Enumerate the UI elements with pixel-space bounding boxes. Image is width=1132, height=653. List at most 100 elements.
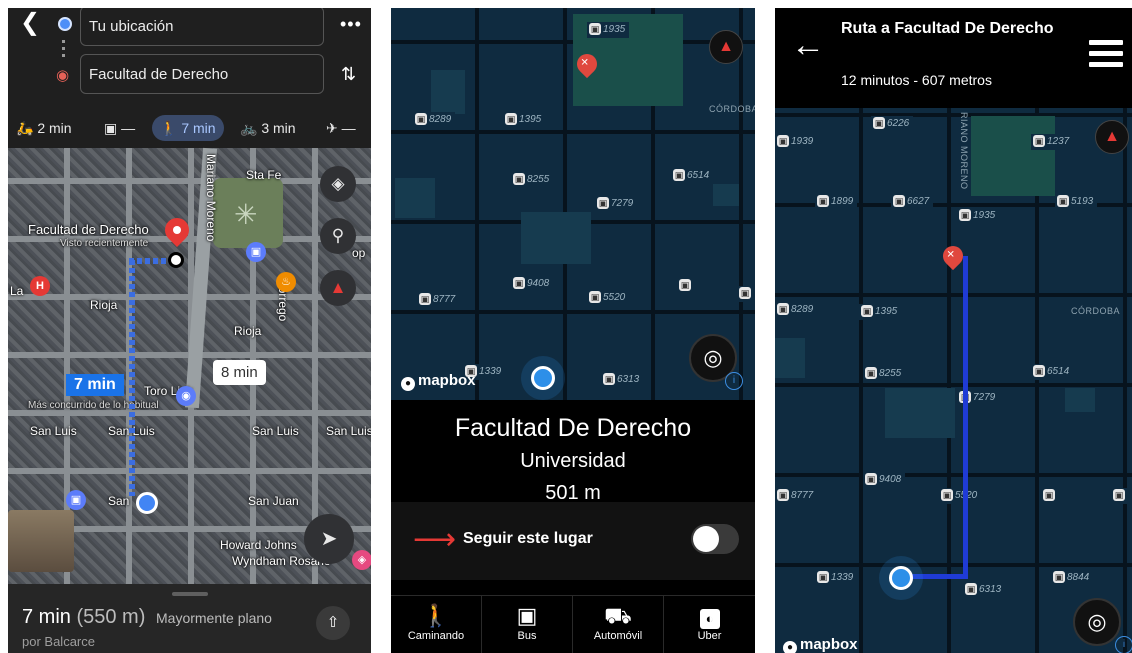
bus-stop[interactable]: ▣ 1395 — [859, 304, 902, 320]
edge-label: op — [352, 246, 366, 260]
route-panel: ▣ 6226 ▣ 1939 ▣ 1237 ▣ 1899 ▣ 6627 ▣ 1935 ▣ 519… — [775, 8, 1132, 653]
stop-number: 9408 — [527, 278, 550, 289]
bus-stop[interactable]: ▣ — [737, 286, 755, 302]
shopping-icon[interactable]: ◈ — [352, 550, 371, 570]
route-connector — [62, 40, 65, 58]
locate-me-icon[interactable]: ◎ — [1073, 598, 1121, 646]
park-block — [521, 212, 591, 264]
bus-stop[interactable]: ▣5520 — [939, 488, 982, 504]
bus-stop[interactable]: ▣ 6627 — [891, 194, 934, 210]
destination-marker-icon[interactable] — [160, 213, 194, 247]
bus-stop[interactable]: ▣ — [1041, 488, 1061, 504]
bus-icon: ▣ — [516, 603, 538, 628]
search-icon[interactable]: ⚲ — [320, 218, 356, 254]
bus-stop[interactable]: ▣ 1339 — [815, 570, 858, 586]
brand-text: mapbox — [418, 372, 476, 389]
share-icon[interactable]: ⇧ — [316, 606, 350, 640]
bus-stop[interactable]: ▣ 6514 — [1031, 364, 1074, 380]
bus-stop[interactable]: ▣ 6226 — [871, 116, 914, 132]
transit-stop-icon[interactable]: ▣ — [66, 490, 86, 510]
bus-stop[interactable]: ▣ 1395 — [503, 112, 546, 128]
stop-number: 6226 — [887, 118, 910, 129]
place-label[interactable]: Facultad de Derecho — [28, 222, 149, 237]
satellite-map[interactable]: ✳ Sta Fe Mariano Moreno Rioja Rioja San … — [8, 147, 371, 584]
origin-input[interactable]: Tu ubicación — [80, 8, 324, 46]
alternate-route-callout[interactable]: 8 min — [213, 360, 266, 385]
bus-stop[interactable]: ▣ 8777 — [417, 292, 460, 308]
mode-transit[interactable]: ▣ — — [104, 115, 135, 141]
current-location-dot — [136, 492, 158, 514]
bus-stop[interactable]: ▣ 1939 — [775, 134, 818, 150]
swap-icon[interactable]: ⇅ — [341, 64, 356, 85]
tab-car[interactable]: ⛟ Automóvil — [573, 596, 664, 653]
back-arrow-icon[interactable]: ❮ — [20, 10, 40, 36]
tab-uber[interactable]: ◐ Uber — [664, 596, 755, 653]
edge-label: La — [10, 284, 24, 298]
stop-number: 6514 — [687, 170, 710, 181]
bus-stop[interactable]: ▣ 6313 — [601, 372, 644, 388]
bus-stop[interactable]: ▣ 9408 — [863, 472, 906, 488]
menu-icon[interactable] — [1089, 40, 1123, 73]
info-icon[interactable]: i — [1115, 636, 1132, 653]
mode-bike[interactable]: 🚲 3 min — [240, 115, 296, 141]
street-view-thumbnail[interactable] — [8, 510, 74, 572]
origin-dot-icon — [58, 17, 72, 31]
mode-walk[interactable]: 🚶 7 min — [152, 115, 224, 141]
route-summary-sheet[interactable]: 7 min (550 m) Mayormente plano por Balca… — [8, 584, 371, 653]
bus-stop[interactable]: ▣ 8255 — [511, 172, 554, 188]
street-label: Rioja — [234, 324, 262, 338]
follow-toggle[interactable] — [691, 524, 739, 554]
bus-stop[interactable]: ▣ 1935 — [957, 208, 1000, 224]
route-time-callout[interactable]: 7 min — [66, 374, 124, 396]
compass-icon[interactable]: ▲ — [709, 30, 743, 64]
mode-flight[interactable]: ✈ — — [326, 115, 356, 141]
info-icon[interactable]: i — [725, 372, 743, 390]
bus-stop[interactable]: ▣ 1237 — [1031, 134, 1074, 150]
mapbox-logo: ● mapbox — [401, 372, 476, 391]
transit-stop-icon[interactable]: ▣ — [246, 242, 266, 262]
compass-icon[interactable]: ▲ — [320, 270, 356, 306]
back-arrow-icon[interactable]: ← — [791, 28, 825, 62]
bus-stop[interactable]: ▣ 6514 — [671, 168, 714, 184]
street-label: Sta Fe — [246, 168, 282, 182]
destination-input[interactable]: Facultad de Derecho — [80, 54, 324, 94]
stop-number: 1395 — [875, 306, 898, 317]
hotel-label[interactable]: Howard Johns — [220, 538, 297, 552]
bus-stop[interactable]: ▣ 8289 — [413, 112, 456, 128]
bus-stop[interactable]: ▣5520 — [587, 290, 630, 306]
bus-stop[interactable]: ▣ 8255 — [863, 366, 906, 382]
restaurant-icon[interactable]: ♨ — [276, 272, 296, 292]
street-label: Mariano Moreno — [204, 154, 218, 242]
bus-stop[interactable]: ▣ 8777 — [775, 488, 818, 504]
bus-stop[interactable]: ▣ 1899 — [815, 194, 858, 210]
more-options-icon[interactable]: ••• — [340, 14, 362, 35]
bus-stop[interactable]: ▣ 8844 — [1051, 570, 1094, 586]
navigate-icon[interactable]: ➤ — [304, 514, 354, 564]
bus-stop[interactable]: ▣ 6313 — [963, 582, 1006, 598]
stop-number: 8844 — [1067, 572, 1090, 583]
stop-number: 8255 — [879, 368, 902, 379]
dark-map[interactable]: ▣ 6226 ▣ 1939 ▣ 1237 ▣ 1899 ▣ 6627 ▣ 1935 ▣ 519… — [775, 108, 1132, 653]
bus-stop[interactable]: ▣7279 — [595, 196, 638, 212]
dark-map[interactable]: ▣ 1935 ▣ 8289 ▣ 1395 ▣ 6514 ▣ 8255 ▣ 7279 ▣ 940… — [391, 8, 755, 400]
tab-bus[interactable]: ▣ Bus — [482, 596, 573, 653]
bus-stop[interactable]: ▣ 5193 — [1055, 194, 1098, 210]
bus-stop[interactable]: ▣ 1935 — [587, 22, 630, 38]
poi-sublabel: Más concurrido de lo habitual — [28, 400, 159, 411]
bus-stop[interactable]: ▣ 8289 — [775, 302, 818, 318]
layers-icon[interactable]: ◈ — [320, 166, 356, 202]
stop-number: 1237 — [1047, 136, 1070, 147]
drag-handle[interactable] — [172, 592, 208, 596]
stop-number: 1339 — [831, 572, 854, 583]
poi-icon[interactable]: ◉ — [176, 386, 196, 406]
bus-stop[interactable]: ▣ — [677, 278, 697, 294]
tab-walking[interactable]: 🚶 Caminando — [391, 596, 482, 653]
mode-motorcycle[interactable]: 🛵 2 min — [16, 115, 72, 141]
bus-stop[interactable]: ▣ — [1111, 488, 1131, 504]
compass-icon[interactable]: ▲ — [1095, 120, 1129, 154]
bus-stop[interactable]: ▣ 9408 — [511, 276, 554, 292]
stop-number: 1899 — [831, 196, 854, 207]
park-block — [1065, 388, 1095, 412]
hospital-icon[interactable]: H — [30, 276, 50, 296]
stop-number: 9408 — [879, 474, 902, 485]
